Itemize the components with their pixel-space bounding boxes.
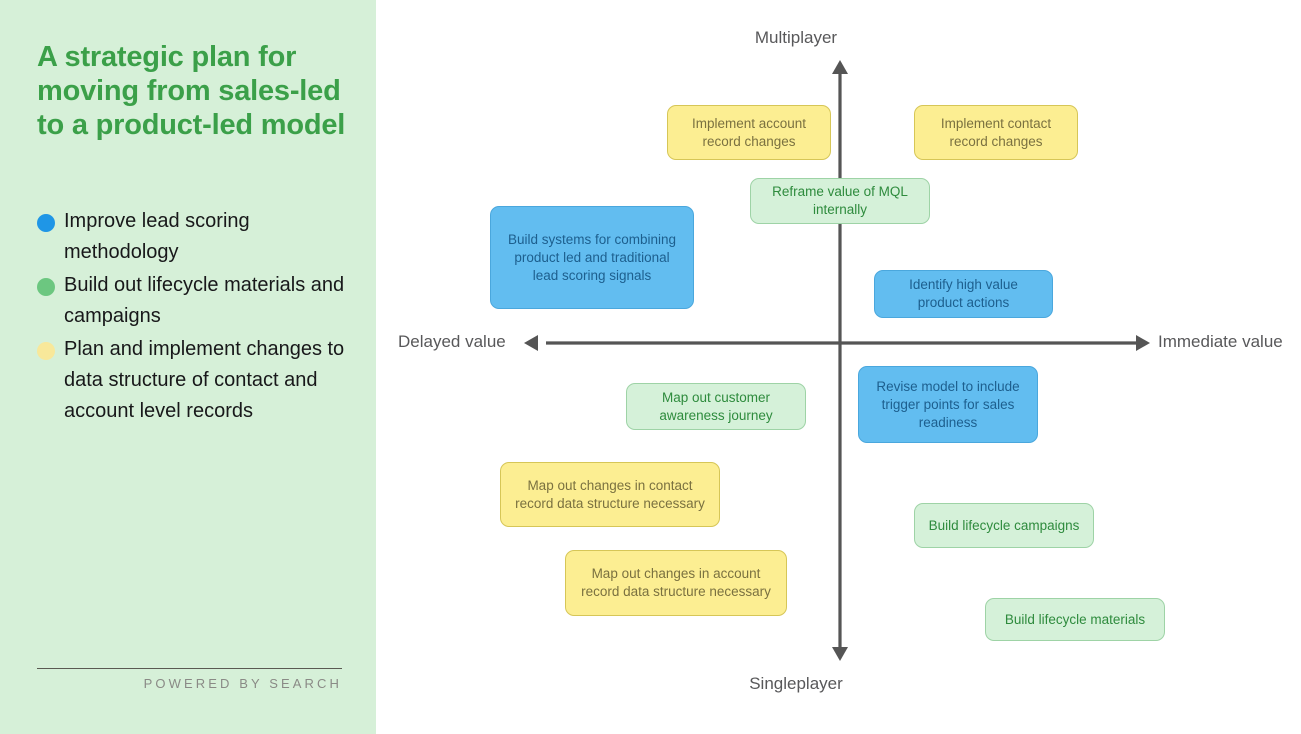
legend-item-label: Plan and implement changes to data struc… [64,338,345,422]
chart-card[interactable]: Revise model to include trigger points f… [858,366,1038,443]
chart-card[interactable]: Build lifecycle campaigns [914,503,1094,548]
legend-item-label: Build out lifecycle materials and campai… [64,274,345,327]
axis-label-left: Delayed value [398,332,506,351]
chart-card[interactable]: Build systems for combining product led … [490,206,694,309]
legend-item-label: Improve lead scoring methodology [64,210,250,263]
axis-label-right: Immediate value [1158,332,1283,351]
axis-arrow-down [832,647,848,661]
legend-color-dot [37,214,55,232]
footer-divider [37,668,342,669]
chart-card[interactable]: Implement account record changes [667,105,831,160]
chart-card[interactable]: Build lifecycle materials [985,598,1165,641]
chart-card[interactable]: Map out changes in account record data s… [565,550,787,616]
page-title: A strategic plan for moving from sales-l… [37,41,346,141]
chart-card[interactable]: Map out changes in contact record data s… [500,462,720,527]
legend-item-data-structure: Plan and implement changes to data struc… [37,334,347,427]
legend: Improve lead scoring methodology Build ou… [37,206,347,429]
chart-card[interactable]: Map out customer awareness journey [626,383,806,430]
footer-branding: POWERED BY SEARCH [143,676,342,691]
axis-label-bottom: Singleplayer [749,674,843,693]
axis-arrow-up [832,60,848,74]
axis-label-top: Multiplayer [754,28,838,47]
axis-arrow-right [1136,335,1150,351]
chart-card[interactable]: Identify high value product actions [874,270,1053,318]
legend-item-lead-scoring: Improve lead scoring methodology [37,206,347,268]
legend-item-lifecycle: Build out lifecycle materials and campai… [37,270,347,332]
legend-color-dot [37,342,55,360]
legend-color-dot [37,278,55,296]
presentation-slide: A strategic plan for moving from sales-l… [0,0,1301,734]
axis-arrow-left [524,335,538,351]
quadrant-chart: Multiplayer Singleplayer Delayed value I… [376,0,1301,734]
chart-card[interactable]: Implement contact record changes [914,105,1078,160]
chart-card[interactable]: Reframe value of MQL internally [750,178,930,224]
sidebar: A strategic plan for moving from sales-l… [0,0,376,734]
